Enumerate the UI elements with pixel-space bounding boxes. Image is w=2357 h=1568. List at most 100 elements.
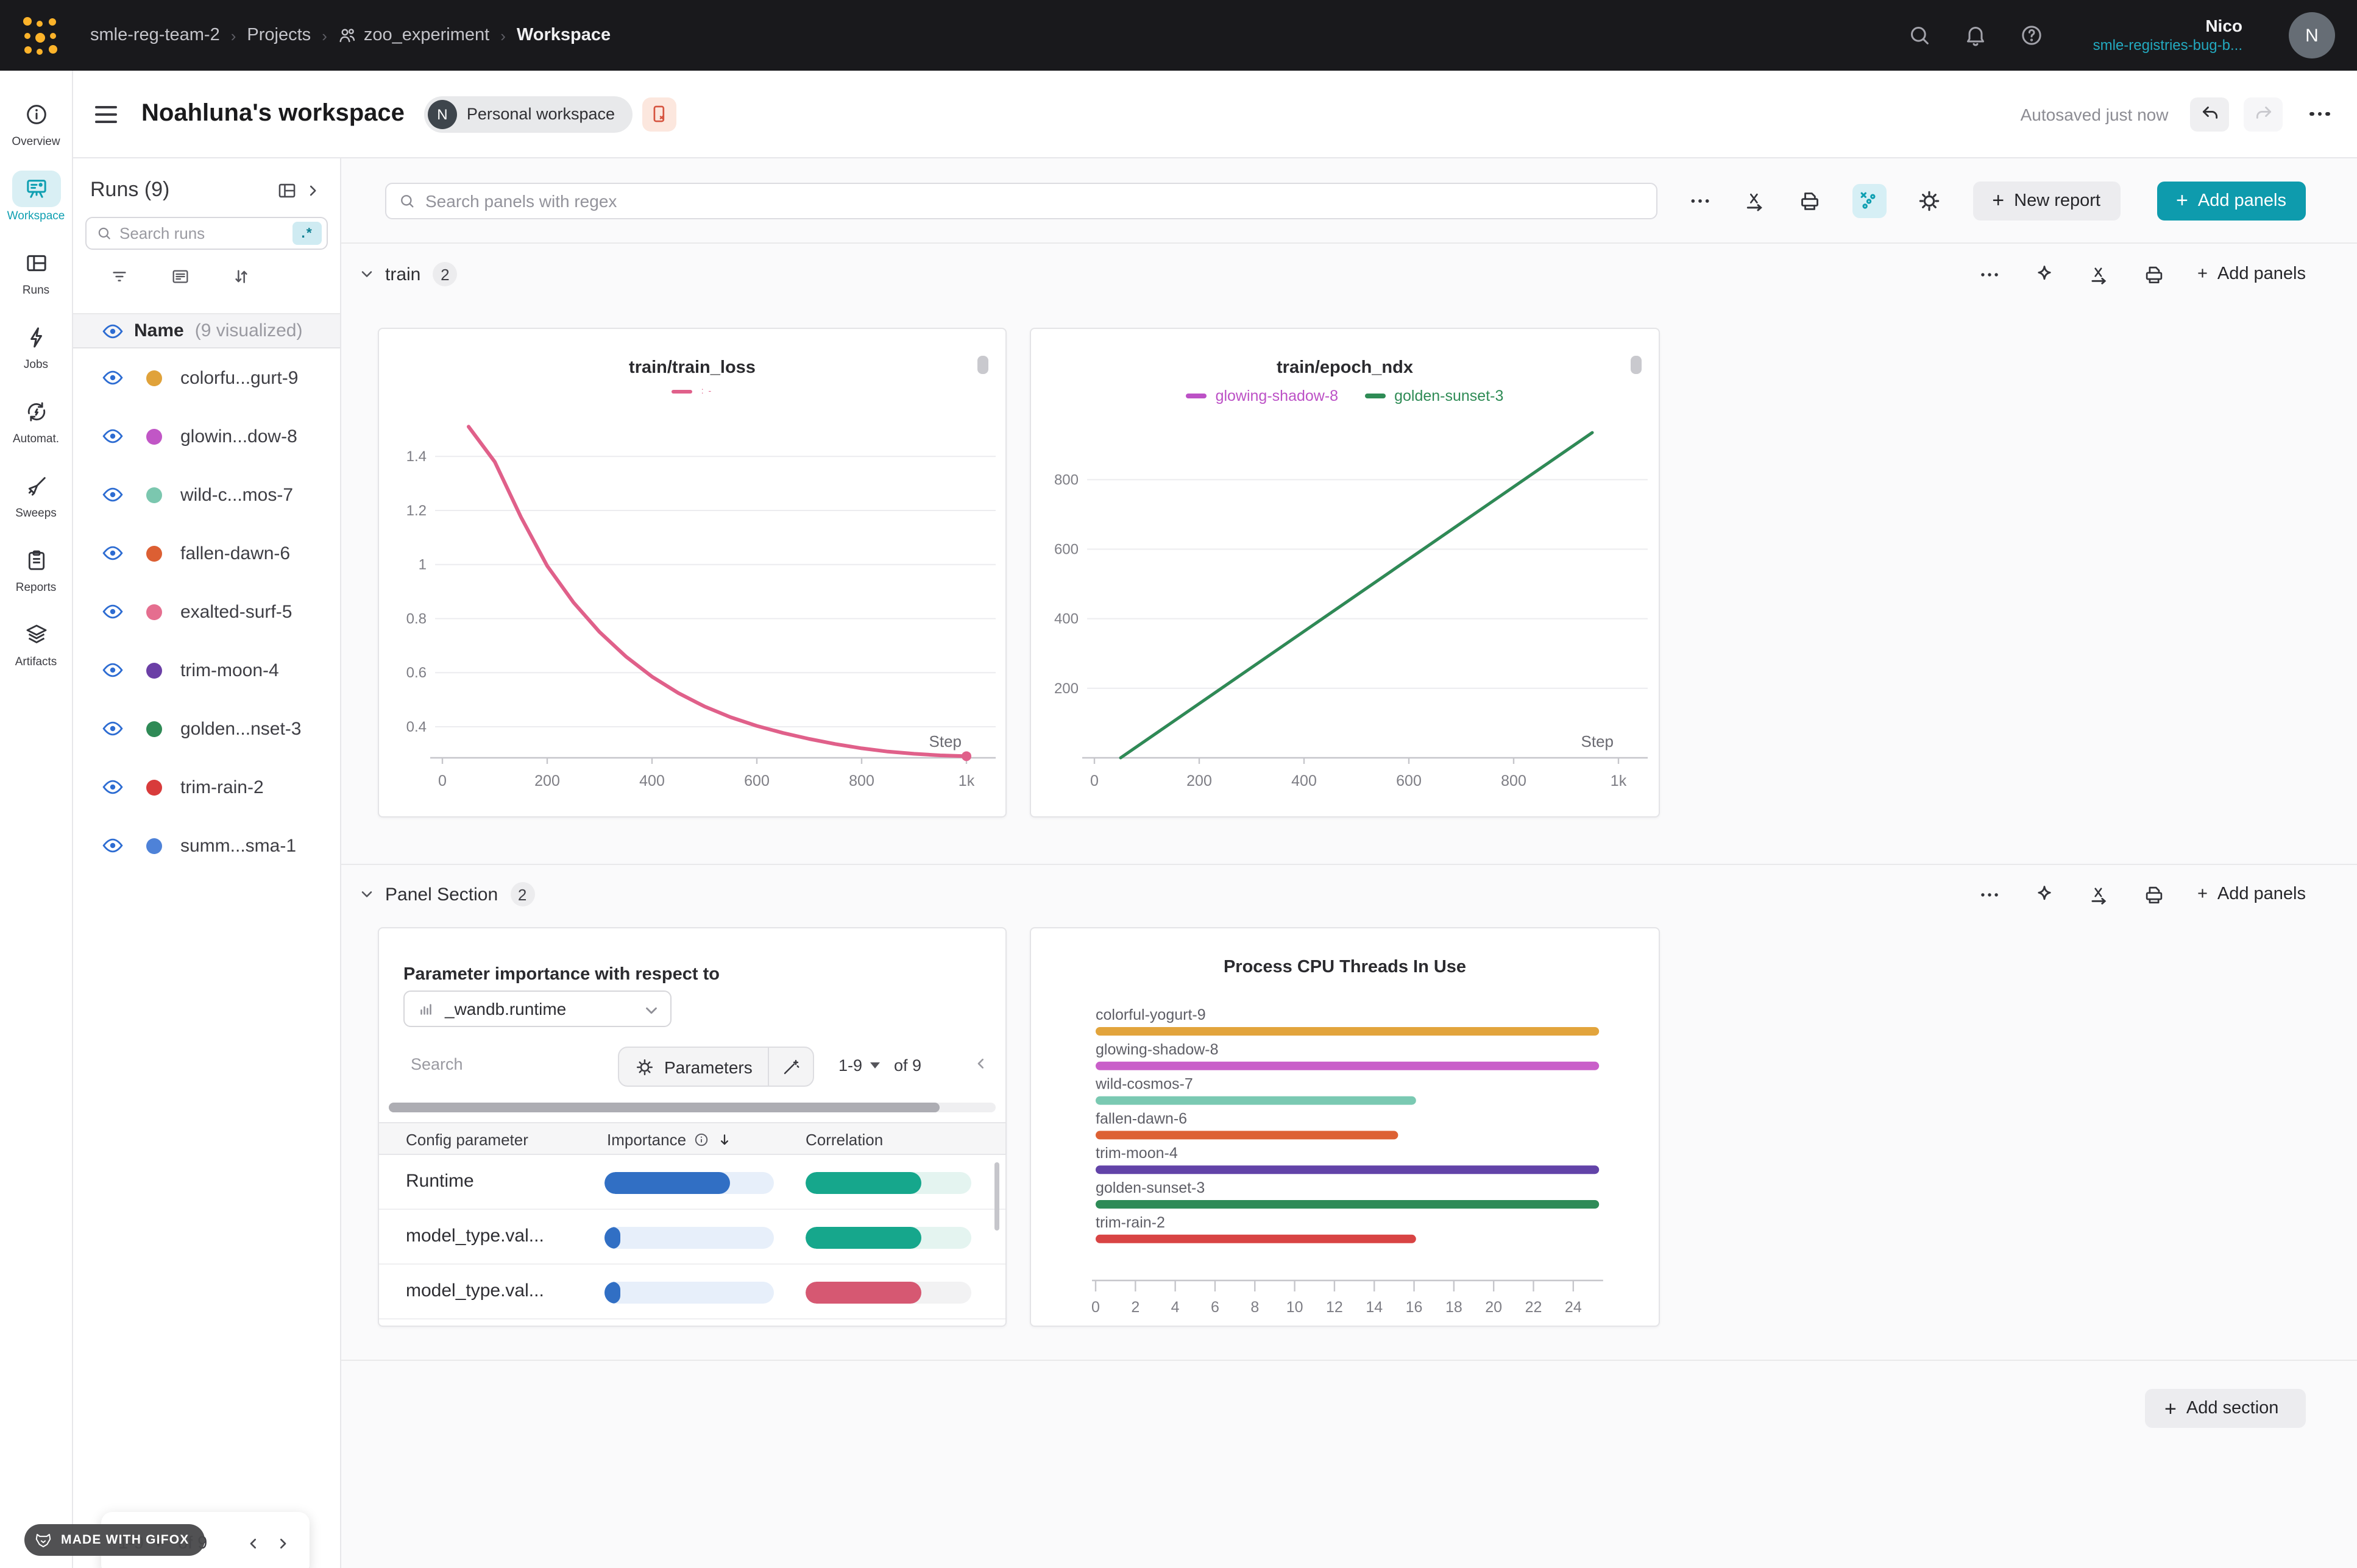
visibility-eye-icon[interactable] bbox=[102, 370, 123, 385]
section-spark-icon[interactable] bbox=[2033, 263, 2056, 286]
sidebar-item-automations[interactable]: Automat. bbox=[0, 383, 72, 457]
pagination-next-icon[interactable] bbox=[273, 1534, 292, 1553]
pager-range[interactable]: 1-9 bbox=[838, 1056, 862, 1075]
sidebar-item-runs[interactable]: Runs bbox=[0, 234, 72, 308]
panel-train-loss: train/train_loss : - 0.40.60.811.21.4020… bbox=[378, 328, 1007, 818]
sidebar-item-reports[interactable]: Reports bbox=[0, 531, 72, 606]
workspace-more-options-icon[interactable] bbox=[2309, 111, 2330, 116]
run-list-item[interactable]: wild-c...mos-7 bbox=[73, 465, 340, 524]
sidebar-item-artifacts[interactable]: Artifacts bbox=[0, 606, 72, 680]
undo-button[interactable] bbox=[2190, 97, 2229, 131]
help-icon[interactable] bbox=[2020, 23, 2044, 48]
importance-table-row[interactable]: model_type.val... bbox=[379, 1265, 1007, 1319]
filter-runs-icon[interactable] bbox=[110, 267, 129, 286]
sidebar-item-jobs[interactable]: Jobs bbox=[0, 308, 72, 383]
toolbar-more-options-icon[interactable] bbox=[1687, 188, 1712, 213]
caret-down-icon[interactable] bbox=[870, 1062, 879, 1068]
visibility-eye-icon[interactable] bbox=[102, 780, 123, 794]
section-title[interactable]: Panel Section bbox=[385, 884, 498, 905]
run-list-item[interactable]: trim-rain-2 bbox=[73, 758, 340, 816]
menu-hamburger-icon[interactable] bbox=[95, 105, 117, 122]
visibility-eye-icon[interactable] bbox=[102, 429, 123, 443]
importance-table-row[interactable]: model_type.val... bbox=[379, 1210, 1007, 1265]
runs-table-icon[interactable] bbox=[277, 180, 297, 200]
section-export-icon[interactable] bbox=[2143, 883, 2166, 906]
wandb-logo-icon[interactable] bbox=[15, 11, 66, 60]
user-menu[interactable]: Nico smle-registries-bug-b... bbox=[2093, 16, 2242, 55]
sampling-mode-toggle[interactable] bbox=[1852, 183, 1886, 217]
section-spark-icon[interactable] bbox=[2033, 883, 2056, 906]
sidebar-item-sweeps[interactable]: Sweeps bbox=[0, 457, 72, 531]
visibility-eye-icon[interactable] bbox=[102, 604, 123, 619]
user-org-link[interactable]: smle-registries-bug-b... bbox=[2093, 37, 2242, 55]
x-axis-settings-icon[interactable] bbox=[1742, 188, 1767, 213]
run-settings-icon[interactable] bbox=[171, 267, 190, 286]
search-icon[interactable] bbox=[1908, 23, 1932, 48]
run-list-item[interactable]: exalted-surf-5 bbox=[73, 582, 340, 641]
add-panels-button[interactable]: +Add panels bbox=[2157, 181, 2306, 220]
run-list-item[interactable]: colorfu...gurt-9 bbox=[73, 348, 340, 407]
run-list-item[interactable]: fallen-dawn-6 bbox=[73, 524, 340, 582]
run-list-item[interactable]: golden...nset-3 bbox=[73, 699, 340, 758]
parameters-button[interactable]: Parameters bbox=[619, 1048, 770, 1086]
clear-workspace-button[interactable] bbox=[642, 97, 676, 131]
vertical-scrollbar-thumb[interactable] bbox=[994, 1162, 999, 1231]
expand-runs-chevron-icon[interactable] bbox=[302, 180, 323, 200]
breadcrumb-project[interactable]: zoo_experiment bbox=[338, 26, 489, 45]
plus-icon: + bbox=[2176, 190, 2188, 211]
avatar[interactable]: N bbox=[2289, 12, 2335, 58]
visibility-eye-icon[interactable] bbox=[102, 323, 123, 338]
runs-search-input[interactable] bbox=[119, 224, 285, 242]
visibility-eye-icon[interactable] bbox=[102, 721, 123, 736]
run-list-item[interactable]: summ...sma-1 bbox=[73, 816, 340, 875]
section-add-panels-button[interactable]: +Add panels bbox=[2197, 885, 2306, 904]
export-panel-icon[interactable] bbox=[1797, 188, 1821, 213]
visibility-eye-icon[interactable] bbox=[102, 487, 123, 502]
epoch-ndx-chart[interactable]: 20040060080002004006008001kStep bbox=[1031, 329, 1661, 819]
new-report-button[interactable]: +New report bbox=[1972, 181, 2120, 220]
breadcrumb-team[interactable]: smle-reg-team-2 bbox=[90, 26, 220, 45]
run-name: exalted-surf-5 bbox=[180, 601, 292, 622]
sort-runs-icon[interactable] bbox=[232, 267, 251, 286]
column-config-parameter[interactable]: Config parameter bbox=[406, 1131, 528, 1149]
panels-area: +New report +Add panels train 2 +Add pan… bbox=[341, 158, 2357, 1568]
breadcrumb-projects[interactable]: Projects bbox=[247, 26, 311, 45]
horizontal-scrollbar-thumb[interactable] bbox=[389, 1103, 940, 1112]
section-x-axis-icon[interactable] bbox=[2088, 263, 2111, 286]
importance-metric-dropdown[interactable]: _wandb.runtime bbox=[403, 991, 672, 1027]
personal-workspace-badge[interactable]: N Personal workspace bbox=[424, 96, 632, 132]
regex-toggle[interactable]: .* bbox=[292, 222, 322, 245]
column-importance[interactable]: Importance bbox=[607, 1131, 732, 1149]
cpu-threads-chart[interactable]: colorful-yogurt-9glowing-shadow-8wild-co… bbox=[1031, 999, 1661, 1328]
collapse-section-chevron-icon[interactable] bbox=[358, 886, 375, 903]
column-correlation[interactable]: Correlation bbox=[806, 1131, 883, 1149]
pagination-prev-icon[interactable] bbox=[244, 1534, 263, 1553]
section-add-panels-button[interactable]: +Add panels bbox=[2197, 264, 2306, 284]
train-loss-chart[interactable]: 0.40.60.811.21.402004006008001kStep bbox=[379, 329, 1008, 819]
section-title[interactable]: train bbox=[385, 264, 420, 284]
sidebar-item-overview[interactable]: Overview bbox=[0, 85, 72, 160]
breadcrumb-page[interactable]: Workspace bbox=[517, 26, 611, 45]
add-section-button[interactable]: +Add section bbox=[2145, 1389, 2306, 1428]
notifications-bell-icon[interactable] bbox=[1964, 23, 1988, 48]
panel-search-input[interactable] bbox=[425, 191, 1643, 210]
sidebar-item-workspace[interactable]: Workspace bbox=[0, 160, 72, 234]
section-export-icon[interactable] bbox=[2143, 263, 2166, 286]
magic-wand-button[interactable] bbox=[770, 1048, 813, 1086]
section-x-axis-icon[interactable] bbox=[2088, 883, 2111, 906]
workspace-settings-gear-icon[interactable] bbox=[1916, 188, 1941, 213]
redo-button[interactable] bbox=[2244, 97, 2283, 131]
collapse-section-chevron-icon[interactable] bbox=[358, 266, 375, 283]
importance-table-row[interactable]: Runtime bbox=[379, 1155, 1007, 1210]
visibility-eye-icon[interactable] bbox=[102, 546, 123, 560]
svg-text:Step: Step bbox=[1581, 732, 1614, 750]
section-more-options-icon[interactable] bbox=[1978, 263, 2001, 286]
pager-prev-chevron-icon[interactable] bbox=[971, 1054, 991, 1073]
section-more-options-icon[interactable] bbox=[1978, 883, 2001, 906]
run-list-item[interactable]: trim-moon-4 bbox=[73, 641, 340, 699]
run-list-item[interactable]: glowin...dow-8 bbox=[73, 407, 340, 465]
visibility-eye-icon[interactable] bbox=[102, 663, 123, 677]
importance-search-input[interactable] bbox=[411, 1055, 557, 1073]
sort-descending-icon bbox=[717, 1132, 732, 1148]
visibility-eye-icon[interactable] bbox=[102, 838, 123, 853]
